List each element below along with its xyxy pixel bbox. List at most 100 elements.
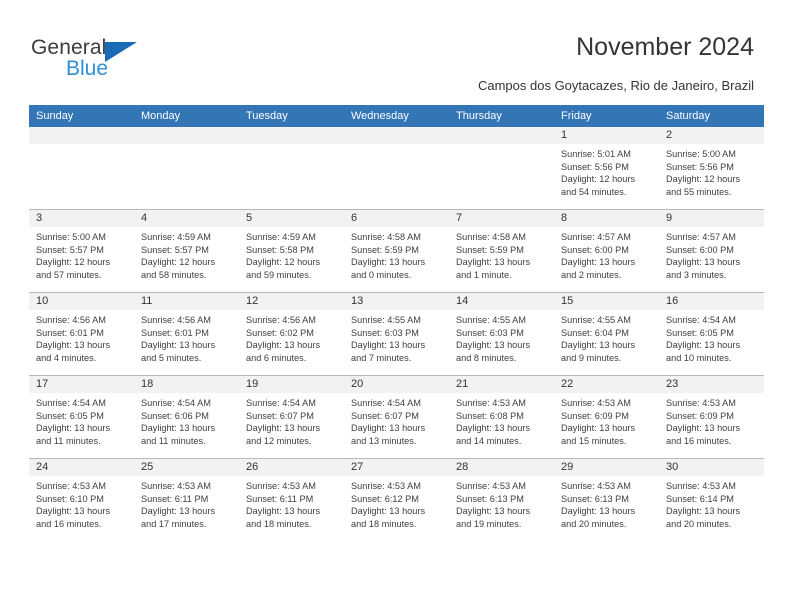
daylight-text-line1: Daylight: 12 hours [246, 257, 321, 268]
day-details: Sunrise: 4:53 AM Sunset: 6:13 PM Daylight:… [449, 476, 554, 530]
calendar-day-cell[interactable]: 15 Sunrise: 4:55 AM Sunset: 6:04 PM Dayligh… [554, 292, 659, 376]
calendar-day-cell[interactable]: 17 Sunrise: 4:54 AM Sunset: 6:05 PM Dayligh… [29, 375, 134, 459]
sunset-text: Sunset: 6:10 PM [36, 493, 104, 504]
daylight-text-line2: and 3 minutes. [666, 269, 727, 280]
weekday-header-monday: Monday [134, 105, 239, 127]
daylight-text-line1: Daylight: 13 hours [141, 423, 216, 434]
day-number [29, 127, 134, 144]
sunset-text: Sunset: 6:14 PM [666, 493, 734, 504]
calendar-day-cell[interactable]: 20 Sunrise: 4:54 AM Sunset: 6:07 PM Dayligh… [344, 375, 449, 459]
calendar-day-cell[interactable]: 2 Sunrise: 5:00 AM Sunset: 5:56 PM Daylight… [659, 127, 764, 210]
sunrise-text: Sunrise: 4:53 AM [351, 481, 421, 491]
calendar-day-cell[interactable]: 7 Sunrise: 4:58 AM Sunset: 5:59 PM Daylight… [449, 209, 554, 293]
day-number: 21 [449, 376, 554, 393]
sunset-text: Sunset: 6:03 PM [351, 327, 419, 338]
weekday-header-tuesday: Tuesday [239, 105, 344, 127]
sunrise-text: Sunrise: 4:55 AM [456, 315, 526, 325]
sunrise-text: Sunrise: 4:55 AM [351, 315, 421, 325]
logo-word-blue: Blue [66, 57, 109, 80]
calendar-day-cell[interactable]: 29 Sunrise: 4:53 AM Sunset: 6:13 PM Dayligh… [554, 458, 659, 541]
calendar-week-row: 17 Sunrise: 4:54 AM Sunset: 6:05 PM Dayligh… [29, 375, 764, 459]
calendar-week-row: 10 Sunrise: 4:56 AM Sunset: 6:01 PM Dayligh… [29, 292, 764, 376]
day-number: 1 [554, 127, 659, 144]
page-subtitle: Campos dos Goytacazes, Rio de Janeiro, B… [477, 78, 754, 93]
day-number: 22 [554, 376, 659, 393]
day-details: Sunrise: 4:54 AM Sunset: 6:06 PM Daylight:… [134, 393, 239, 447]
day-details: Sunrise: 4:53 AM Sunset: 6:12 PM Daylight:… [344, 476, 449, 530]
sunset-text: Sunset: 6:01 PM [36, 327, 104, 338]
day-number: 30 [659, 459, 764, 476]
day-number: 2 [659, 127, 764, 144]
sunset-text: Sunset: 6:05 PM [666, 327, 734, 338]
day-number: 29 [554, 459, 659, 476]
calendar-day-cell[interactable]: 26 Sunrise: 4:53 AM Sunset: 6:11 PM Dayligh… [239, 458, 344, 541]
day-details: Sunrise: 4:53 AM Sunset: 6:14 PM Daylight:… [659, 476, 764, 530]
daylight-text-line2: and 8 minutes. [456, 352, 517, 363]
calendar-day-cell[interactable]: 10 Sunrise: 4:56 AM Sunset: 6:01 PM Dayligh… [29, 292, 134, 376]
daylight-text-line2: and 11 minutes. [36, 435, 101, 446]
calendar-day-cell[interactable]: 23 Sunrise: 4:53 AM Sunset: 6:09 PM Dayligh… [659, 375, 764, 459]
calendar-week-row: 1 Sunrise: 5:01 AM Sunset: 5:56 PM Daylight… [29, 127, 764, 210]
calendar-day-cell[interactable]: 3 Sunrise: 5:00 AM Sunset: 5:57 PM Daylight… [29, 209, 134, 293]
day-cell-inner: 1 Sunrise: 5:01 AM Sunset: 5:56 PM Daylight… [554, 127, 659, 209]
sunrise-text: Sunrise: 4:54 AM [666, 315, 736, 325]
day-number: 28 [449, 459, 554, 476]
daylight-text-line1: Daylight: 13 hours [456, 257, 531, 268]
sunrise-text: Sunrise: 4:53 AM [456, 481, 526, 491]
calendar-day-cell[interactable]: 4 Sunrise: 4:59 AM Sunset: 5:57 PM Daylight… [134, 209, 239, 293]
calendar-day-cell[interactable]: 21 Sunrise: 4:53 AM Sunset: 6:08 PM Dayligh… [449, 375, 554, 459]
calendar-day-cell[interactable]: 11 Sunrise: 4:56 AM Sunset: 6:01 PM Dayligh… [134, 292, 239, 376]
calendar-day-cell[interactable]: 1 Sunrise: 5:01 AM Sunset: 5:56 PM Daylight… [554, 127, 659, 210]
calendar-day-cell[interactable]: 6 Sunrise: 4:58 AM Sunset: 5:59 PM Daylight… [344, 209, 449, 293]
day-details: Sunrise: 4:53 AM Sunset: 6:10 PM Daylight:… [29, 476, 134, 530]
daylight-text-line2: and 0 minutes. [351, 269, 412, 280]
calendar-day-cell[interactable]: 24 Sunrise: 4:53 AM Sunset: 6:10 PM Dayligh… [29, 458, 134, 541]
calendar-day-cell[interactable]: 27 Sunrise: 4:53 AM Sunset: 6:12 PM Dayligh… [344, 458, 449, 541]
general-blue-logo[interactable]: General Blue [31, 36, 231, 84]
calendar-day-cell[interactable]: 12 Sunrise: 4:56 AM Sunset: 6:02 PM Dayligh… [239, 292, 344, 376]
calendar-page: General Blue November 2024 Campos dos Go… [0, 0, 792, 612]
day-details: Sunrise: 4:54 AM Sunset: 6:05 PM Daylight:… [659, 310, 764, 364]
daylight-text-line1: Daylight: 13 hours [456, 423, 531, 434]
calendar-day-cell[interactable]: 28 Sunrise: 4:53 AM Sunset: 6:13 PM Dayligh… [449, 458, 554, 541]
calendar-day-cell[interactable]: 8 Sunrise: 4:57 AM Sunset: 6:00 PM Daylight… [554, 209, 659, 293]
calendar-day-cell[interactable]: 30 Sunrise: 4:53 AM Sunset: 6:14 PM Dayligh… [659, 458, 764, 541]
daylight-text-line1: Daylight: 12 hours [141, 257, 216, 268]
weekday-header-wednesday: Wednesday [344, 105, 449, 127]
day-details: Sunrise: 4:58 AM Sunset: 5:59 PM Daylight:… [449, 227, 554, 281]
sunset-text: Sunset: 5:57 PM [141, 244, 209, 255]
sunset-text: Sunset: 6:07 PM [246, 410, 314, 421]
calendar-day-cell[interactable]: 25 Sunrise: 4:53 AM Sunset: 6:11 PM Dayligh… [134, 458, 239, 541]
day-details: Sunrise: 4:55 AM Sunset: 6:03 PM Daylight:… [344, 310, 449, 364]
calendar-day-cell[interactable]: 13 Sunrise: 4:55 AM Sunset: 6:03 PM Dayligh… [344, 292, 449, 376]
day-number [134, 127, 239, 144]
sunrise-text: Sunrise: 4:54 AM [36, 398, 106, 408]
day-number: 20 [344, 376, 449, 393]
sunset-text: Sunset: 6:11 PM [246, 493, 314, 504]
weekday-header-saturday: Saturday [659, 105, 764, 127]
daylight-text-line2: and 5 minutes. [141, 352, 202, 363]
day-cell-inner: 10 Sunrise: 4:56 AM Sunset: 6:01 PM Dayligh… [29, 293, 134, 375]
day-details: Sunrise: 5:01 AM Sunset: 5:56 PM Daylight:… [554, 144, 659, 198]
daylight-text-line2: and 55 minutes. [666, 186, 732, 197]
calendar-day-cell[interactable]: 16 Sunrise: 4:54 AM Sunset: 6:05 PM Dayligh… [659, 292, 764, 376]
calendar-day-cell[interactable]: 14 Sunrise: 4:55 AM Sunset: 6:03 PM Dayligh… [449, 292, 554, 376]
calendar-week-row: 24 Sunrise: 4:53 AM Sunset: 6:10 PM Dayligh… [29, 458, 764, 541]
day-cell-inner: 9 Sunrise: 4:57 AM Sunset: 6:00 PM Daylight… [659, 210, 764, 292]
calendar-day-cell[interactable]: 9 Sunrise: 4:57 AM Sunset: 6:00 PM Daylight… [659, 209, 764, 293]
day-number: 16 [659, 293, 764, 310]
calendar-day-cell[interactable]: 19 Sunrise: 4:54 AM Sunset: 6:07 PM Dayligh… [239, 375, 344, 459]
daylight-text-line2: and 14 minutes. [456, 435, 522, 446]
daylight-text-line1: Daylight: 13 hours [141, 340, 216, 351]
sunrise-text: Sunrise: 4:53 AM [561, 481, 631, 491]
calendar-day-cell[interactable]: 18 Sunrise: 4:54 AM Sunset: 6:06 PM Dayligh… [134, 375, 239, 459]
calendar-day-cell[interactable]: 22 Sunrise: 4:53 AM Sunset: 6:09 PM Dayligh… [554, 375, 659, 459]
day-cell-inner: 5 Sunrise: 4:59 AM Sunset: 5:58 PM Daylight… [239, 210, 344, 292]
calendar-day-cell-empty [134, 127, 239, 210]
daylight-text-line2: and 6 minutes. [246, 352, 307, 363]
sunrise-text: Sunrise: 4:56 AM [246, 315, 316, 325]
day-number: 4 [134, 210, 239, 227]
calendar-day-cell[interactable]: 5 Sunrise: 4:59 AM Sunset: 5:58 PM Daylight… [239, 209, 344, 293]
daylight-text-line2: and 7 minutes. [351, 352, 412, 363]
daylight-text-line1: Daylight: 12 hours [666, 174, 741, 185]
